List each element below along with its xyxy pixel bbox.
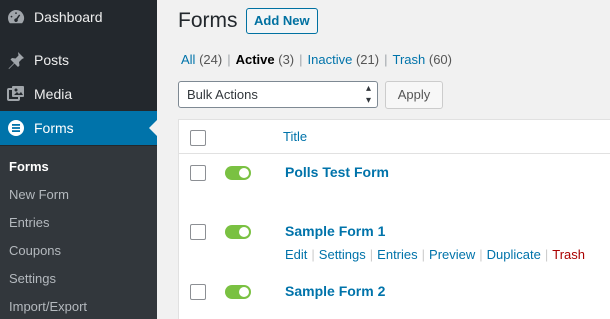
menu-item-posts[interactable]: Posts [0, 43, 157, 77]
menu-item-dashboard[interactable]: Dashboard [0, 0, 157, 34]
bulk-actions-select[interactable]: Bulk Actions ▴ ▾ [178, 81, 378, 108]
action-trash[interactable]: Trash [552, 247, 585, 262]
status-filters: All (24) | Active (3) | Inactive (21) | Trash … [181, 52, 452, 67]
submenu-entries[interactable]: Entries [9, 215, 49, 230]
menu-label: Media [34, 86, 73, 102]
row-actions: Edit | Settings | Entries | Preview | Duplicate |… [285, 247, 586, 262]
action-preview[interactable]: Preview [429, 247, 475, 262]
menu-label: Posts [34, 52, 70, 68]
submenu-settings[interactable]: Settings [9, 271, 56, 286]
table-header: Title [179, 120, 610, 154]
menu-label: Forms [34, 120, 74, 136]
row-checkbox[interactable] [190, 165, 206, 181]
active-toggle[interactable] [225, 166, 251, 180]
filter-inactive[interactable]: Inactive (21) [308, 52, 380, 67]
filter-trash[interactable]: Trash (60) [392, 52, 452, 67]
form-title-link[interactable]: Sample Form 1 [285, 223, 385, 239]
forms-icon [6, 118, 26, 138]
main-content: Forms Add New All (24) | Active (3) | Inacti… [157, 0, 610, 319]
pin-icon [6, 50, 26, 70]
form-title-link[interactable]: Polls Test Form [285, 164, 389, 180]
select-all-checkbox[interactable] [190, 130, 206, 146]
menu-label: Dashboard [34, 9, 103, 25]
menu-item-media[interactable]: Media [0, 77, 157, 111]
forms-table: Title Polls Test Form Sample Form 1 Edit… [178, 119, 610, 319]
menu-item-forms[interactable]: Forms [0, 111, 157, 145]
apply-button[interactable]: Apply [385, 81, 443, 109]
row-checkbox[interactable] [190, 224, 206, 240]
submenu-forms[interactable]: Forms [9, 159, 49, 174]
page-title: Forms [178, 9, 238, 32]
add-new-button[interactable]: Add New [246, 8, 318, 34]
dashboard-icon [6, 7, 26, 27]
submenu-coupons[interactable]: Coupons [9, 243, 61, 258]
active-toggle[interactable] [225, 285, 251, 299]
action-entries[interactable]: Entries [377, 247, 417, 262]
submenu-new-form[interactable]: New Form [9, 187, 69, 202]
form-title-link[interactable]: Sample Form 2 [285, 283, 385, 299]
filter-active[interactable]: Active (3) [236, 52, 295, 67]
select-arrows-icon: ▴ ▾ [365, 82, 371, 106]
action-edit[interactable]: Edit [285, 247, 307, 262]
media-icon [6, 84, 26, 104]
row-checkbox[interactable] [190, 284, 206, 300]
filter-all[interactable]: All (24) [181, 52, 222, 67]
forms-submenu: Forms New Form Entries Coupons Settings … [0, 146, 157, 319]
column-title[interactable]: Title [283, 129, 307, 144]
active-toggle[interactable] [225, 225, 251, 239]
action-duplicate[interactable]: Duplicate [487, 247, 541, 262]
submenu-import-export[interactable]: Import/Export [9, 299, 87, 314]
bulk-actions-value: Bulk Actions [187, 87, 258, 102]
admin-sidebar: Dashboard Posts Media Forms Forms New Fo… [0, 0, 157, 319]
action-settings[interactable]: Settings [319, 247, 366, 262]
